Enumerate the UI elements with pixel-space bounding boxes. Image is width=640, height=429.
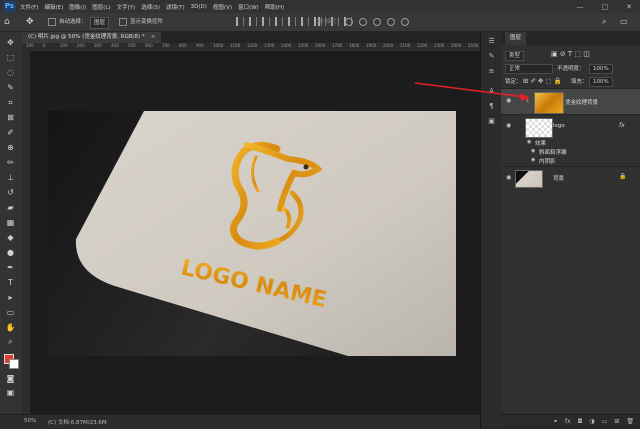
arrow-line [414,82,526,98]
arrow-head [520,93,530,101]
annotation-arrow [414,82,530,101]
